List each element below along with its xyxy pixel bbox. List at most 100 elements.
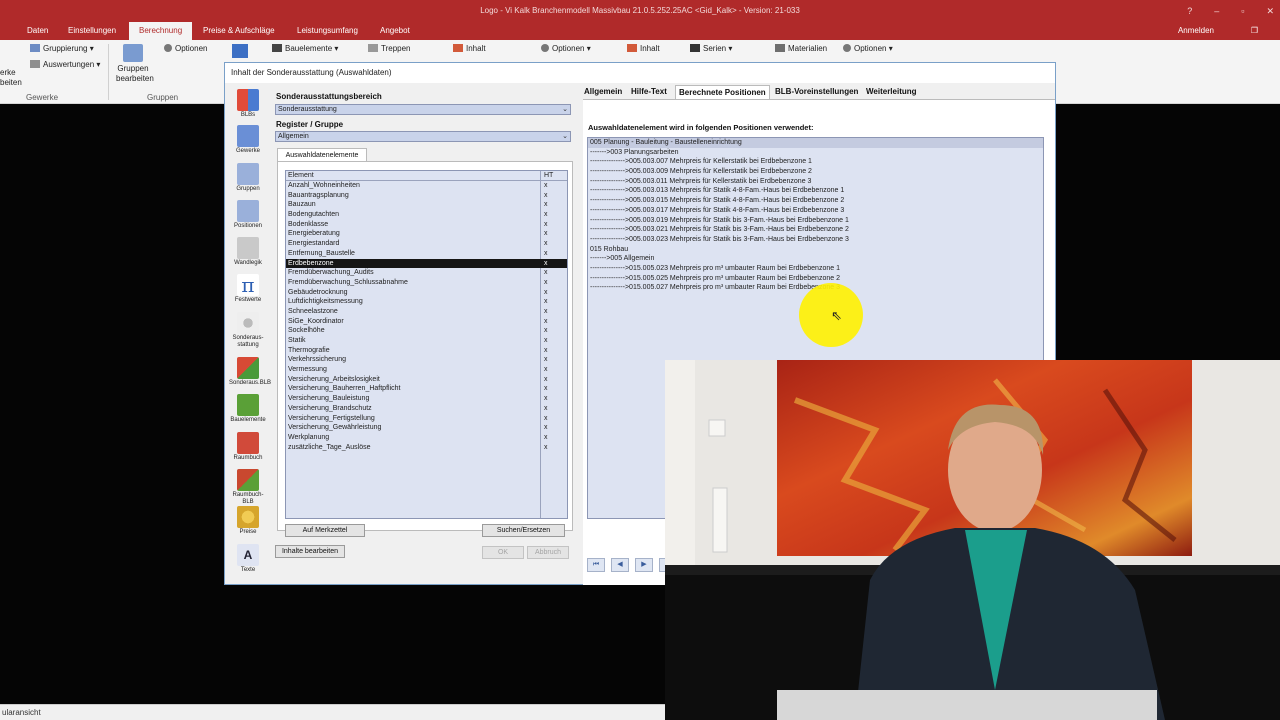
list-item[interactable]: Versicherung_Brandschutz x <box>286 404 567 414</box>
bauelemente-button[interactable]: Bauelemente ▾ <box>272 44 338 53</box>
tree-line[interactable]: 005 Planung - Bauleitung - Baustellenein… <box>588 138 1043 148</box>
list-item[interactable]: Erdbebenzone x <box>286 258 567 269</box>
serien-button[interactable]: Serien ▾ <box>690 44 732 53</box>
minimize-icon[interactable]: – <box>1214 0 1219 22</box>
optionen-button-2[interactable]: Optionen ▾ <box>541 44 591 53</box>
inhalt-button-2[interactable]: Inhalt <box>627 44 660 53</box>
tab-blb-voreinstellungen[interactable]: BLB-Voreinstellungen <box>775 85 858 99</box>
tree-line[interactable]: ------->005 Allgemein <box>588 254 1043 264</box>
close-icon[interactable]: ✕ <box>1266 0 1274 22</box>
tree-line[interactable]: --------------->005.003.009 Mehrpreis fü… <box>588 167 1043 177</box>
nav-raumbuch-blb[interactable]: Raumbuch-BLB <box>229 469 267 506</box>
tab-berechnete-positionen[interactable]: Berechnete Positionen <box>675 85 770 99</box>
list-item[interactable]: zusätzliche_Tage_Auslöse x <box>286 443 567 453</box>
list-item[interactable]: Bodenklasse x <box>286 220 567 230</box>
list-item[interactable]: Sockelhöhe x <box>286 326 567 336</box>
tree-line[interactable]: 015 Rohbau <box>588 245 1043 255</box>
treppen-button[interactable]: Treppen <box>368 44 411 53</box>
gewerke-bearbeiten-button-clipped[interactable]: erke beiten <box>0 68 22 88</box>
list-item[interactable]: Gebäudetrocknung x <box>286 288 567 298</box>
list-item[interactable]: Vermessung x <box>286 365 567 375</box>
auf-merkzettel-button[interactable]: Auf Merkzettel <box>285 524 365 537</box>
ok-button[interactable]: OK <box>482 546 524 559</box>
nav-gruppen[interactable]: Gruppen <box>229 163 267 193</box>
tree-line[interactable]: ------->003 Planungsarbeiten <box>588 148 1043 158</box>
nav-wandlogik[interactable]: Wandlegik <box>229 237 267 267</box>
tab-hilfe-text[interactable]: Hilfe-Text <box>631 85 667 99</box>
suchen-ersetzen-button[interactable]: Suchen/Ersetzen <box>482 524 565 537</box>
tab-auswahldatenelemente[interactable]: Auswahldatenelemente <box>277 148 367 162</box>
col-element-header[interactable]: Element <box>288 172 314 179</box>
tree-line[interactable]: --------------->005.003.021 Mehrpreis fü… <box>588 225 1043 235</box>
list-item[interactable]: Anzahl_Wohneinheiten x <box>286 181 567 191</box>
tree-line[interactable]: --------------->005.003.007 Mehrpreis fü… <box>588 157 1043 167</box>
materialien-button[interactable]: Materialien <box>775 44 827 53</box>
list-item[interactable]: Fremdüberwachung_Audits x <box>286 268 567 278</box>
list-item[interactable]: Versicherung_Bauherren_Haftpflicht x <box>286 384 567 394</box>
nav-blbs[interactable]: BLBs <box>229 89 267 119</box>
list-item[interactable]: Bodengutachten x <box>286 210 567 220</box>
abbruch-button[interactable]: Abbruch <box>527 546 569 559</box>
list-item[interactable]: Versicherung_Bauleistung x <box>286 394 567 404</box>
chevron-down-icon[interactable]: ⌄ <box>562 105 568 114</box>
list-item[interactable]: SiGe_Koordinator x <box>286 317 567 327</box>
list-item[interactable]: Versicherung_Gewährleistung x <box>286 423 567 433</box>
help-icon[interactable]: ? <box>1187 0 1192 22</box>
tree-line[interactable]: --------------->015.005.025 Mehrpreis pr… <box>588 274 1043 284</box>
list-item[interactable]: Werkplanung x <box>286 433 567 443</box>
list-item[interactable]: Statik x <box>286 336 567 346</box>
gruppierung-button[interactable]: Gruppierung ▾ <box>30 44 94 53</box>
list-item[interactable]: Thermografie x <box>286 346 567 356</box>
nav-raumbuch[interactable]: Raumbuch <box>229 432 267 462</box>
tree-line[interactable]: --------------->005.003.023 Mehrpreis fü… <box>588 235 1043 245</box>
list-item[interactable]: Energiestandard x <box>286 239 567 249</box>
next-record-icon[interactable]: ▶ <box>635 558 653 572</box>
register-combo[interactable]: Allgemein ⌄ <box>275 131 571 142</box>
tree-line[interactable]: --------------->005.003.013 Mehrpreis fü… <box>588 186 1043 196</box>
nav-sonderausstattung[interactable]: Sonderaus- stattung <box>229 312 267 349</box>
element-list[interactable]: Element HT Anzahl_Wohneinheiten x Bauantra… <box>285 170 568 519</box>
list-item[interactable]: Versicherung_Arbeitslosigkeit x <box>286 375 567 385</box>
tab-angebot[interactable]: Angebot <box>380 22 410 40</box>
list-item[interactable]: Luftdichtigkeitsmessung x <box>286 297 567 307</box>
nav-preise[interactable]: Preise <box>229 506 267 536</box>
tab-allgemein[interactable]: Allgemein <box>584 85 622 99</box>
previous-record-icon[interactable]: ◀ <box>611 558 629 572</box>
tab-daten[interactable]: Daten <box>27 22 48 40</box>
list-item[interactable]: Energieberatung x <box>286 229 567 239</box>
list-item[interactable]: Bauzaun x <box>286 200 567 210</box>
bereich-combo[interactable]: Sonderausstattung ⌄ <box>275 104 571 115</box>
list-item[interactable]: Schneelastzone x <box>286 307 567 317</box>
nav-gewerke[interactable]: Gewerke <box>229 125 267 155</box>
gruppen-bearbeiten-button[interactable]: Gruppen bearbeiten <box>116 44 154 84</box>
tab-weiterleitung[interactable]: Weiterleitung <box>866 85 917 99</box>
tree-line[interactable]: --------------->005.003.011 Mehrpreis fü… <box>588 177 1043 187</box>
restore-icon[interactable]: ❐ <box>1251 22 1258 40</box>
tab-einstellungen[interactable]: Einstellungen <box>68 22 116 40</box>
tree-line[interactable]: --------------->005.003.015 Mehrpreis fü… <box>588 196 1043 206</box>
chevron-down-icon[interactable]: ⌄ <box>562 132 568 141</box>
tab-preise-aufschlaege[interactable]: Preise & Aufschläge <box>203 22 275 40</box>
nav-texte[interactable]: A Texte <box>229 544 267 574</box>
optionen-button-3[interactable]: Optionen ▾ <box>843 44 893 53</box>
optionen-button-1[interactable]: Optionen <box>164 44 207 53</box>
list-item[interactable]: Versicherung_Fertigstellung x <box>286 414 567 424</box>
list-item[interactable]: Entfernung_Baustelle x <box>286 249 567 259</box>
nav-positionen[interactable]: Positionen <box>229 200 267 230</box>
signin-link[interactable]: Anmelden <box>1178 22 1214 40</box>
col-ht-header[interactable]: HT <box>544 172 553 179</box>
nav-bauelemente[interactable]: Bauelemente <box>229 394 267 424</box>
first-record-icon[interactable]: ⏮ <box>587 558 605 572</box>
nav-sonderaus-blb[interactable]: Sonderaus.BLB <box>229 357 271 387</box>
tree-line[interactable]: --------------->015.005.023 Mehrpreis pr… <box>588 264 1043 274</box>
tree-line[interactable]: --------------->005.003.019 Mehrpreis fü… <box>588 216 1043 226</box>
tab-berechnung[interactable]: Berechnung <box>129 22 193 40</box>
auswertungen-button[interactable]: Auswertungen ▾ <box>30 60 100 69</box>
inhalte-bearbeiten-button[interactable]: Inhalte bearbeiten <box>275 545 345 558</box>
tree-line[interactable]: --------------->005.003.017 Mehrpreis fü… <box>588 206 1043 216</box>
list-item[interactable]: Bauantragsplanung x <box>286 191 567 201</box>
list-item[interactable]: Verkehrssicherung x <box>286 355 567 365</box>
maximize-icon[interactable]: ▫ <box>1241 0 1244 22</box>
list-item[interactable]: Fremdüberwachung_Schlussabnahme x <box>286 278 567 288</box>
blb-icon-partial[interactable] <box>232 44 251 59</box>
